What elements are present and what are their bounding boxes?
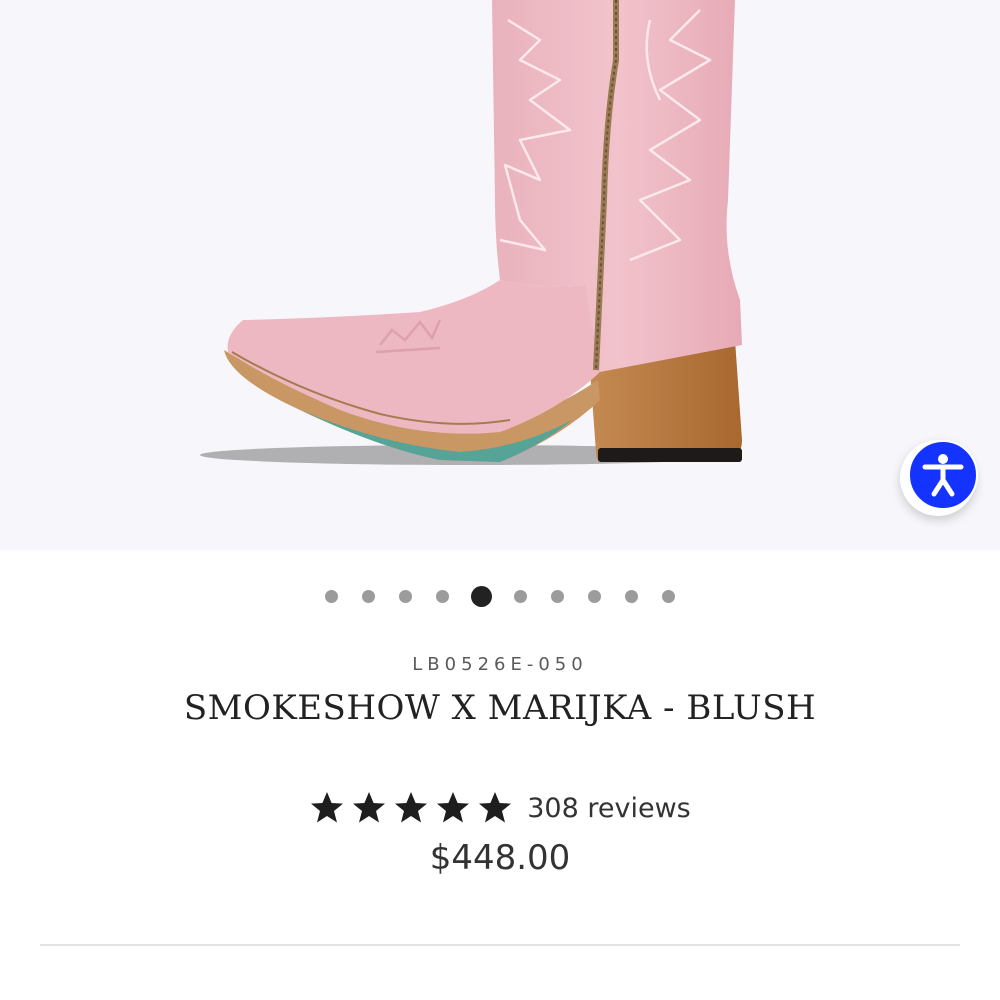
carousel-dot[interactable] — [362, 589, 375, 603]
carousel-dot[interactable] — [662, 589, 675, 603]
boot-illustration — [200, 0, 742, 465]
carousel-dot[interactable] — [588, 589, 601, 603]
product-image[interactable] — [0, 0, 1000, 550]
star-icon — [353, 792, 386, 823]
product-sku: LB0526E-050 — [412, 654, 588, 675]
accessibility-person-icon — [922, 454, 964, 497]
reviews-count-link[interactable]: 308 reviews — [527, 793, 690, 824]
star-icon — [395, 792, 428, 823]
carousel-pagination — [0, 584, 1000, 608]
star-icon — [311, 792, 344, 823]
carousel-dot[interactable] — [325, 589, 338, 603]
accessibility-button[interactable] — [900, 440, 978, 516]
carousel-dot[interactable] — [399, 589, 412, 603]
product-price: $448.00 — [429, 838, 571, 878]
star-rating[interactable] — [309, 790, 519, 826]
star-icon — [479, 792, 512, 823]
star-icon — [437, 792, 470, 823]
product-title: SMOKESHOW X MARIJKA - BLUSH — [183, 688, 817, 728]
carousel-dot[interactable] — [436, 589, 449, 603]
carousel-dot-active[interactable] — [471, 585, 492, 607]
accessibility-icon-circle[interactable] — [908, 440, 978, 510]
carousel-dot[interactable] — [551, 589, 564, 603]
carousel-dot[interactable] — [514, 589, 527, 603]
section-divider — [40, 944, 960, 946]
rating-row: 308 reviews — [0, 786, 1000, 830]
carousel-dot[interactable] — [625, 589, 638, 603]
